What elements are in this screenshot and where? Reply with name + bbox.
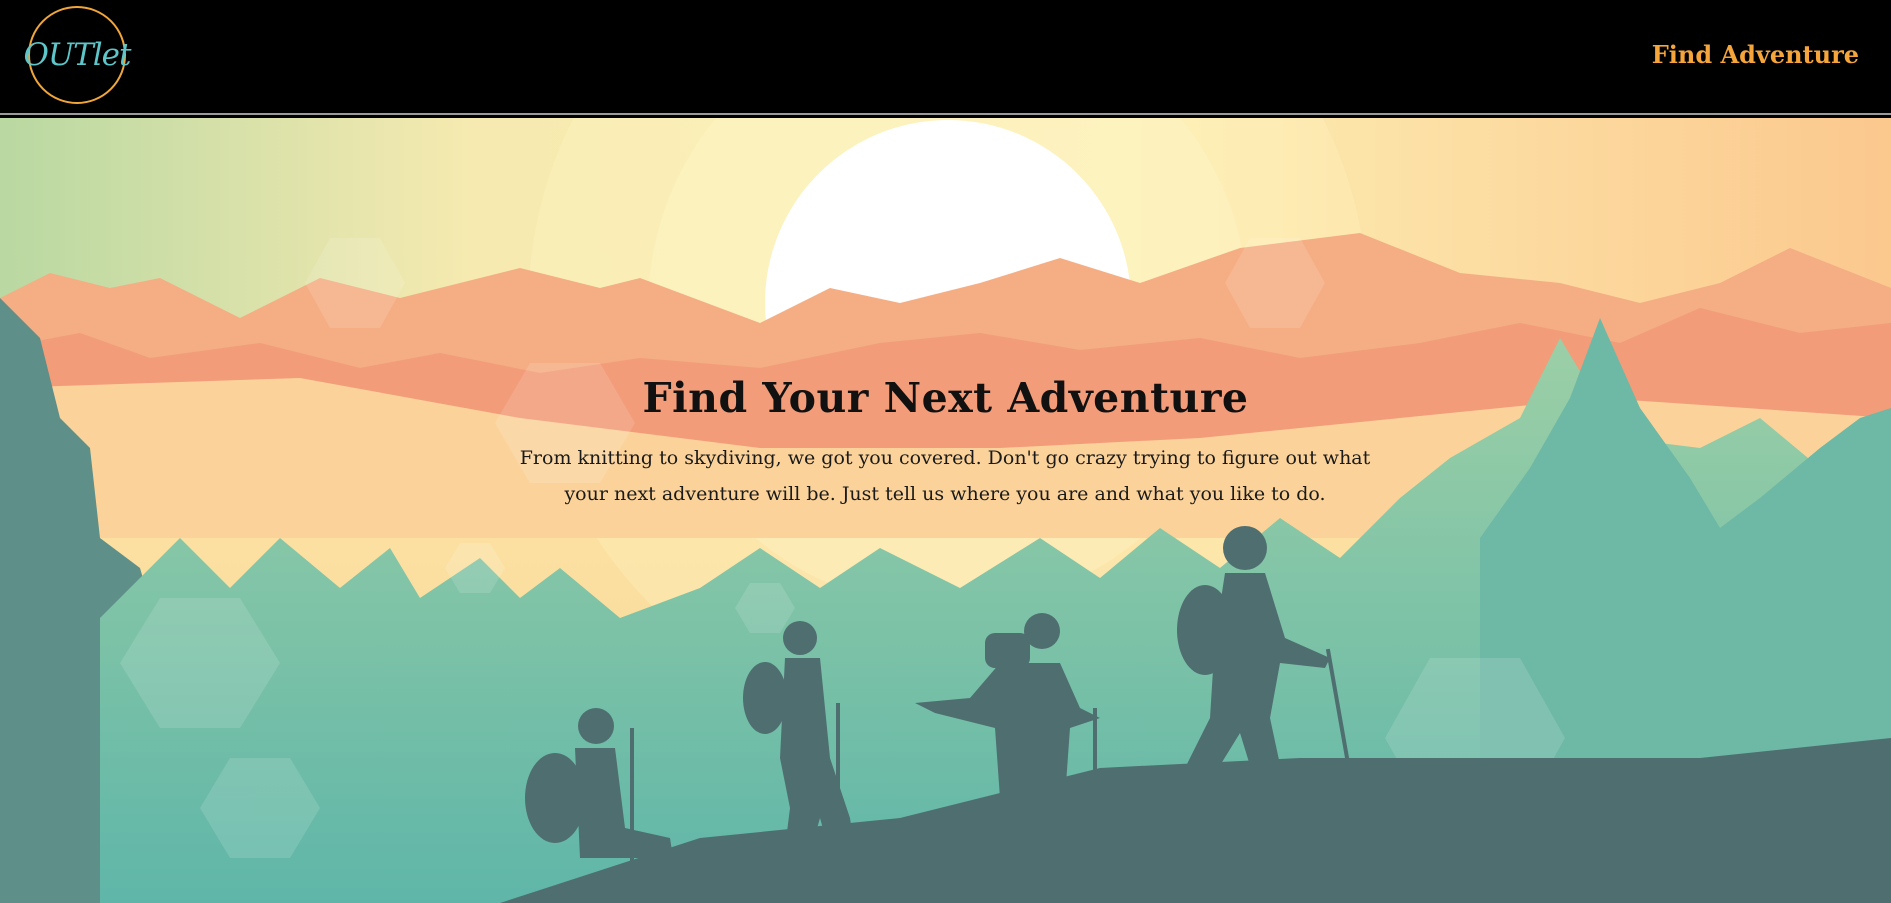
navbar: OUTlet Find Adventure — [0, 0, 1891, 115]
hero-description: From knitting to skydiving, we got you c… — [519, 447, 1371, 505]
nav-link-find-adventure[interactable]: Find Adventure — [1652, 40, 1859, 69]
hero-title: Find Your Next Adventure — [642, 374, 1249, 422]
logo[interactable]: OUTlet — [24, 6, 131, 104]
logo-text: OUTlet — [23, 37, 132, 73]
hero-section: Find Your Next Adventure From knitting t… — [0, 118, 1891, 903]
